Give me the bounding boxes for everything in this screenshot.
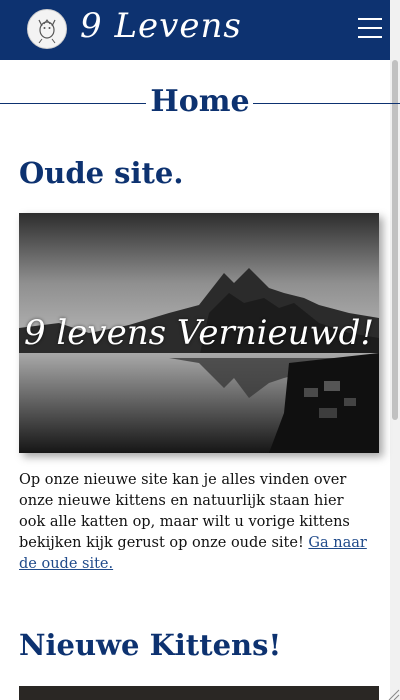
- kittens-image: [19, 686, 379, 700]
- title-divider-left: [0, 103, 146, 104]
- site-brand[interactable]: 9 Levens: [80, 6, 242, 46]
- intro-paragraph: Op onze nieuwe site kan je alles vinden …: [19, 470, 369, 575]
- section-title-new-kittens: Nieuwe Kittens!: [19, 628, 282, 662]
- resize-grip-icon[interactable]: [386, 686, 400, 700]
- hamburger-menu-icon[interactable]: [358, 16, 384, 40]
- cat-logo-icon[interactable]: [27, 9, 67, 49]
- hero-caption: 9 levens Vernieuwd!: [23, 313, 375, 353]
- site-header: 9 Levens: [0, 0, 390, 60]
- page-title-block: Home: [0, 84, 400, 124]
- title-divider-right: [253, 103, 400, 104]
- page-title: Home: [150, 84, 250, 119]
- intro-text: Op onze nieuwe site kan je alles vinden …: [19, 472, 350, 551]
- hero-image-landscape: 9 levens Vernieuwd!: [19, 213, 379, 453]
- section-title-old-site: Oude site.: [19, 156, 184, 190]
